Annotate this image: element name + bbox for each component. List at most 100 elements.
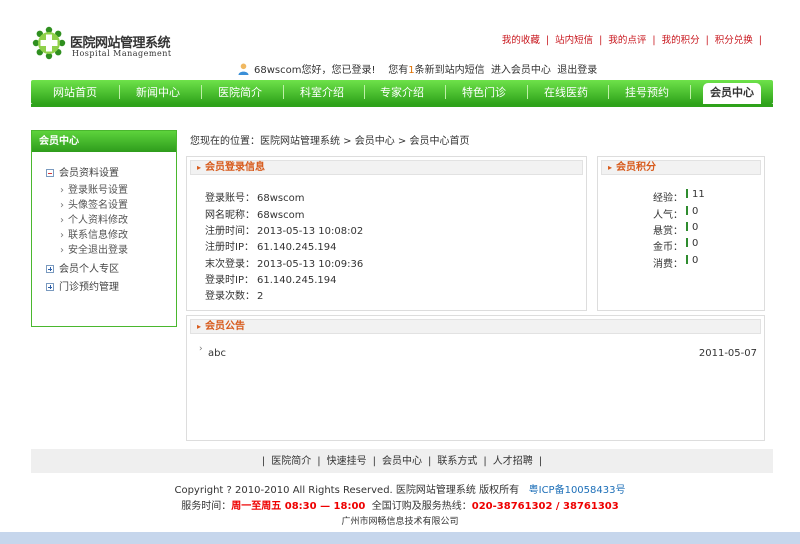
- info-label: 登录时IP：: [205, 275, 254, 286]
- site-logo[interactable]: 医院网站管理系统 Hospital Management: [32, 26, 182, 62]
- top-link-exchange[interactable]: 积分兑换: [715, 35, 753, 46]
- hotline-number: 020-38761302 / 38761303: [471, 501, 619, 512]
- nav-divider: [527, 85, 528, 99]
- info-label: 登录账号：: [205, 193, 255, 204]
- footer-link-quick-registration[interactable]: 快速挂号: [327, 456, 367, 467]
- sidebar-group-appointments[interactable]: 门诊预约管理: [46, 278, 119, 293]
- service-time: 周一至周五 08:30 — 18:00: [231, 501, 366, 512]
- nav-underline: [31, 104, 773, 107]
- bar-mark: [686, 255, 688, 264]
- arrow-icon: ▸: [197, 163, 202, 172]
- nav-registration[interactable]: 挂号预约: [610, 80, 684, 104]
- nav-about-hospital[interactable]: 医院简介: [203, 80, 277, 104]
- sidebar-group-profile-settings[interactable]: 会员资料设置: [46, 164, 119, 179]
- sidebar-title: 会员中心: [32, 131, 176, 152]
- footer-link-careers[interactable]: 人才招聘: [493, 456, 533, 467]
- notice-item-date: 2011-05-07: [698, 348, 757, 359]
- sidebar-group-personal-zone[interactable]: 会员个人专区: [46, 260, 119, 275]
- icp-link[interactable]: 粤ICP备10058433号: [529, 485, 626, 496]
- nav-divider: [119, 85, 120, 99]
- sidebar-item-avatar-signature[interactable]: 头像签名设置: [60, 196, 128, 211]
- divider: |: [483, 456, 487, 467]
- points-value: 0: [692, 238, 699, 249]
- footer-link-about[interactable]: 医院简介: [271, 456, 311, 467]
- member-points-panel: ▸ 会员积分 经验： 11 人气： 0 悬赏： 0 金币： 0 消费： 0: [597, 156, 765, 311]
- nav-divider: [283, 85, 284, 99]
- top-link-messages[interactable]: 站内短信: [555, 35, 593, 46]
- nav-member-center[interactable]: 会员中心: [703, 83, 761, 104]
- message-prefix: 您有: [388, 65, 409, 76]
- notice-title-text: 会员公告: [205, 321, 246, 332]
- sidebar-item-personal-info[interactable]: 个人资料修改: [60, 211, 128, 226]
- company-name: 广州市网畅信息技术有限公司: [341, 517, 459, 527]
- login-info-panel: ▸ 会员登录信息 登录账号： 68wscom 网名昵称： 68wscom 注册时间： 2…: [186, 156, 587, 311]
- nav-special-clinics[interactable]: 特色门诊: [447, 80, 521, 104]
- nav-departments[interactable]: 科室介绍: [285, 80, 359, 104]
- info-row-account: 登录账号： 68wscom: [205, 189, 304, 204]
- green-cross-logo-icon: [32, 26, 66, 60]
- copyright-line: Copyright ? 2010-2010 All Rights Reserve…: [0, 481, 800, 496]
- taskbar-strip: [0, 532, 800, 544]
- divider: |: [545, 35, 550, 46]
- copyright-text: Copyright ? 2010-2010 All Rights Reserve…: [174, 485, 520, 496]
- notice-item-title[interactable]: abc: [208, 348, 226, 359]
- top-links: 我的收藏 | 站内短信 | 我的点评 | 我的积分 | 积分兑换 |: [502, 32, 768, 46]
- breadcrumb: 您现在的位置：医院网站管理系统 > 会员中心 > 会员中心首页: [190, 136, 470, 147]
- info-value: 2013-05-13 10:08:02: [257, 226, 364, 237]
- info-label: 注册时IP：: [205, 242, 254, 253]
- arrow-icon: ▸: [197, 322, 202, 331]
- points-value-gold: 0: [686, 238, 698, 249]
- info-row-register-ip: 注册时IP： 61.140.245.194: [205, 238, 337, 253]
- points-value: 0: [692, 255, 699, 266]
- nav-divider: [364, 85, 365, 99]
- divider: |: [428, 456, 432, 467]
- nav-online-pharmacy[interactable]: 在线医药: [529, 80, 603, 104]
- sidebar-item-safe-logout[interactable]: 安全退出登录: [60, 241, 128, 256]
- service-time-label: 服务时间：: [181, 501, 232, 512]
- footer-link-contact[interactable]: 联系方式: [437, 456, 477, 467]
- points-title: ▸ 会员积分: [601, 160, 761, 175]
- info-value: 2: [257, 291, 264, 302]
- top-link-favorites[interactable]: 我的收藏: [502, 35, 540, 46]
- info-row-nickname: 网名昵称： 68wscom: [205, 206, 304, 221]
- member-sidebar: 会员中心 会员资料设置 登录账号设置 头像签名设置 个人资料修改 联系信息修改 …: [31, 130, 177, 327]
- new-messages-link[interactable]: 条新到站内短信: [415, 65, 485, 76]
- login-info-title: ▸ 会员登录信息: [190, 160, 583, 175]
- login-info-title-text: 会员登录信息: [205, 162, 266, 173]
- divider: |: [261, 456, 266, 467]
- sidebar-group-label: 会员个人专区: [59, 264, 119, 275]
- nav-news[interactable]: 新闻中心: [121, 80, 195, 104]
- info-label: 登录次数：: [205, 291, 255, 302]
- divider: |: [758, 35, 762, 46]
- nav-experts[interactable]: 专家介绍: [366, 80, 438, 104]
- points-value-experience: 11: [686, 189, 705, 200]
- member-notice-panel: ▸ 会员公告 › abc 2011-05-07: [186, 315, 765, 441]
- sidebar-item-login-account[interactable]: 登录账号设置: [60, 181, 128, 196]
- welcome-bar: 68wscom您好，您已登录! 您有1条新到站内短信 进入会员中心 退出登录: [238, 61, 597, 76]
- info-value: 68wscom: [257, 210, 305, 221]
- points-value-spending: 0: [686, 255, 698, 266]
- member-center-link[interactable]: 进入会员中心: [491, 65, 551, 76]
- bar-mark: [686, 222, 688, 231]
- top-link-points[interactable]: 我的积分: [662, 35, 700, 46]
- info-label: 注册时间：: [205, 226, 255, 237]
- info-label: 末次登录：: [205, 259, 255, 270]
- nav-divider: [445, 85, 446, 99]
- footer-link-member-center[interactable]: 会员中心: [382, 456, 422, 467]
- bar-mark: [686, 238, 688, 247]
- bar-mark: [686, 206, 688, 215]
- info-value: 68wscom: [257, 193, 305, 204]
- info-row-last-login: 末次登录： 2013-05-13 10:09:36: [205, 255, 363, 270]
- info-value: 61.140.245.194: [257, 242, 337, 253]
- points-label: 经验：: [653, 193, 683, 204]
- info-value: 2013-05-13 10:09:36: [257, 259, 364, 270]
- arrow-icon: ▸: [608, 163, 613, 172]
- nav-home[interactable]: 网站首页: [39, 80, 111, 104]
- points-value: 11: [692, 189, 705, 200]
- points-label: 消费：: [653, 259, 683, 270]
- divider: |: [599, 35, 603, 46]
- info-row-register-time: 注册时间： 2013-05-13 10:08:02: [205, 222, 363, 237]
- sidebar-item-contact-info[interactable]: 联系信息修改: [60, 226, 128, 241]
- top-link-reviews[interactable]: 我的点评: [608, 35, 646, 46]
- logout-link[interactable]: 退出登录: [557, 65, 597, 76]
